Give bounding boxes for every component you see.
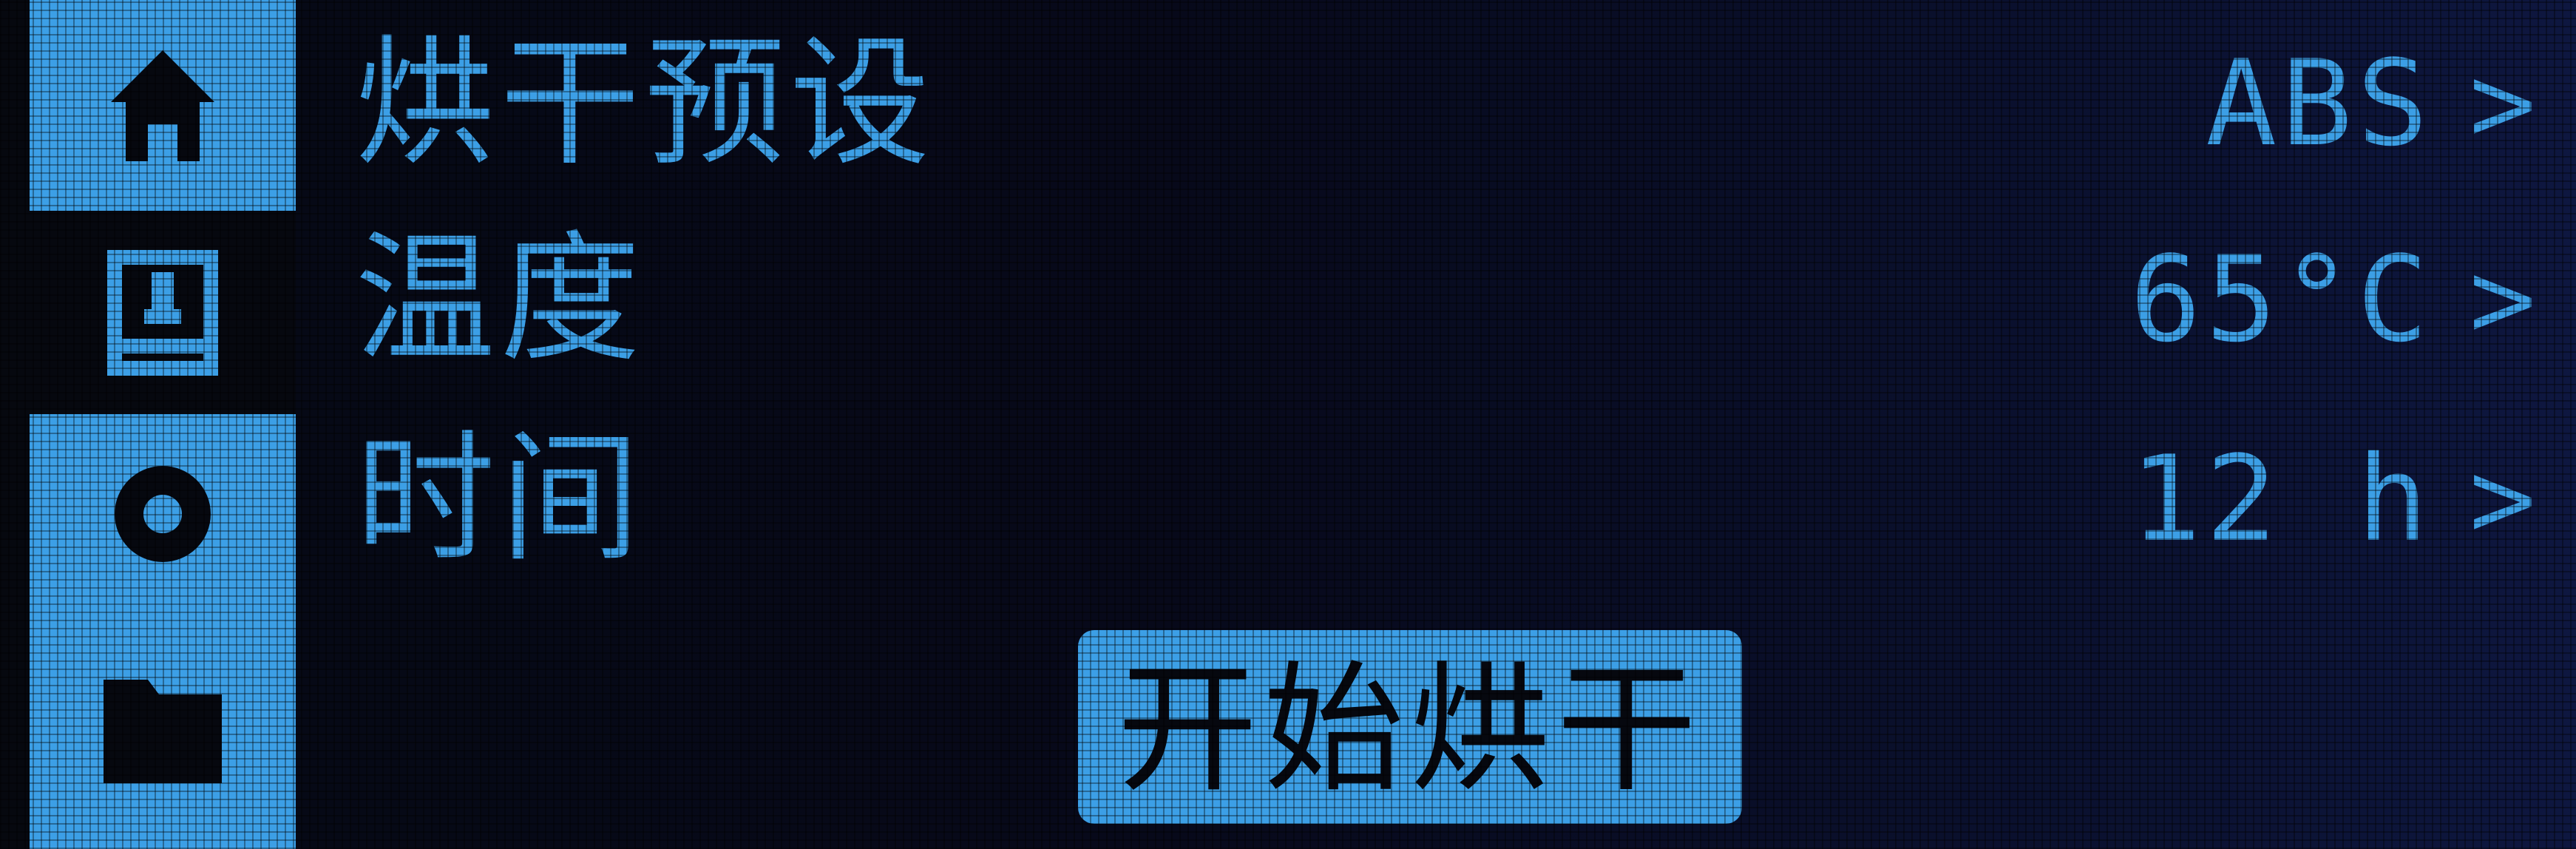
- chevron-right-icon: >: [2469, 235, 2536, 364]
- start-drying-label: 开始烘干: [1116, 648, 1703, 811]
- time-value: 12 h: [2129, 430, 2433, 568]
- chevron-right-icon: >: [2469, 435, 2536, 564]
- sidebar: [0, 0, 296, 849]
- tab-files[interactable]: [30, 614, 296, 849]
- menu-row-temperature[interactable]: 温度 65°C >: [355, 214, 2543, 385]
- folder-icon: [104, 680, 222, 783]
- preset-value: ABS: [2206, 34, 2433, 172]
- tab-drying[interactable]: [30, 214, 296, 410]
- tab-home[interactable]: [30, 0, 296, 211]
- temperature-value: 65°C: [2129, 230, 2433, 368]
- time-label: 时间: [355, 417, 645, 581]
- home-icon: [111, 50, 214, 161]
- menu-row-time[interactable]: 时间 12 h >: [355, 414, 2543, 584]
- preset-label: 烘干预设: [355, 21, 935, 185]
- dryer-box-icon: [107, 249, 218, 376]
- gear-icon: [115, 466, 211, 562]
- start-drying-button[interactable]: 开始烘干: [1078, 630, 1742, 824]
- chevron-right-icon: >: [2469, 39, 2536, 168]
- menu-row-preset[interactable]: 烘干预设 ABS >: [355, 18, 2543, 189]
- temperature-label: 温度: [355, 217, 645, 381]
- lcd-screen: 烘干预设 ABS > 温度 65°C > 时间 12 h > 开始烘干: [0, 0, 2576, 849]
- tab-settings[interactable]: [30, 414, 296, 614]
